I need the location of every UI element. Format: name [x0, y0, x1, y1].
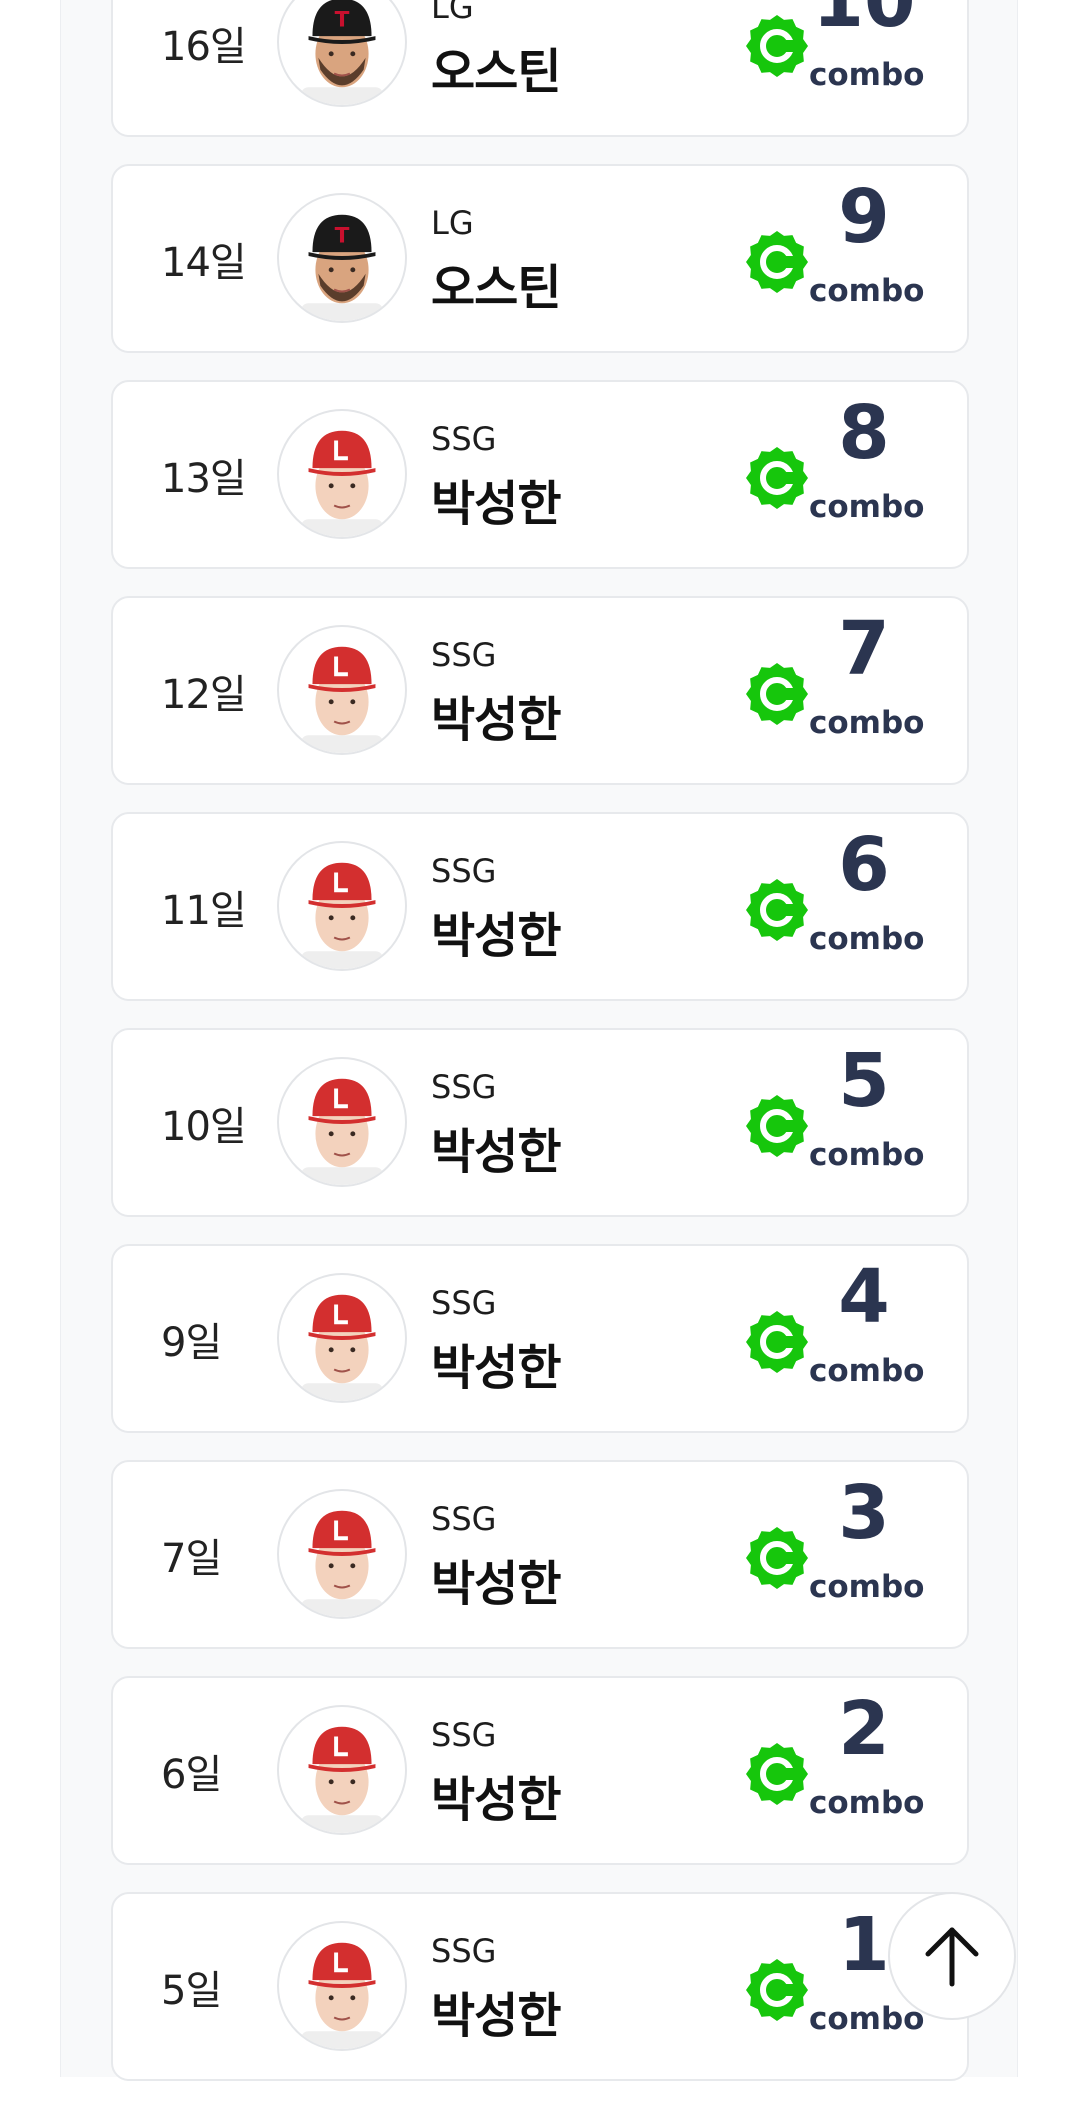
player-name: 박성한 — [431, 1988, 561, 2044]
combo-count: 8 — [838, 390, 890, 476]
combo-label: combo — [809, 1569, 925, 1605]
combo-row[interactable]: 10일 SSG 박성한 5 combo — [111, 1028, 969, 1217]
combo-count: 5 — [838, 1038, 890, 1124]
svg-text:T: T — [335, 7, 350, 32]
green-c-badge-icon — [746, 663, 808, 725]
combo-row[interactable]: 11일 SSG 박성한 6 combo — [111, 812, 969, 1001]
combo-row[interactable]: 7일 SSG 박성한 3 combo — [111, 1460, 969, 1649]
combo-label: combo — [809, 57, 925, 93]
player-avatar — [277, 1273, 407, 1403]
combo-count: 10 — [812, 0, 916, 44]
player-name: 박성한 — [431, 908, 561, 964]
scroll-to-top-button[interactable] — [888, 1892, 1016, 2020]
combo-count: 6 — [838, 822, 890, 908]
green-c-badge-icon — [746, 879, 808, 941]
combo-count: 4 — [838, 1254, 890, 1340]
combo-label: combo — [809, 921, 925, 957]
combo-label: combo — [809, 1137, 925, 1173]
green-c-badge-icon — [746, 447, 808, 509]
day-label: 7일 — [161, 1535, 222, 1582]
combo-count: 9 — [838, 174, 890, 260]
combo-row[interactable]: 9일 SSG 박성한 4 combo — [111, 1244, 969, 1433]
team-name: LG — [431, 0, 474, 26]
day-label: 9일 — [161, 1319, 222, 1366]
combo-row[interactable]: 13일 SSG 박성한 8 combo — [111, 380, 969, 569]
team-name: SSG — [431, 420, 497, 458]
green-c-badge-icon — [746, 231, 808, 293]
day-label: 12일 — [161, 671, 247, 718]
combo-label: combo — [809, 705, 925, 741]
green-c-badge-icon — [746, 1527, 808, 1589]
team-name: SSG — [431, 1068, 497, 1106]
player-name: 오스틴 — [431, 44, 561, 100]
green-c-badge-icon — [746, 1311, 808, 1373]
player-avatar: T — [277, 193, 407, 323]
team-name: SSG — [431, 1932, 497, 1970]
team-name: LG — [431, 204, 474, 242]
combo-label: combo — [809, 489, 925, 525]
combo-count: 7 — [838, 606, 890, 692]
combo-row[interactable]: 12일 SSG 박성한 7 combo — [111, 596, 969, 785]
player-name: 박성한 — [431, 1124, 561, 1180]
player-name: 박성한 — [431, 1772, 561, 1828]
day-label: 11일 — [161, 887, 247, 934]
player-avatar — [277, 1921, 407, 2051]
day-label: 10일 — [161, 1103, 247, 1150]
combo-count: 3 — [838, 1470, 890, 1556]
green-c-badge-icon — [746, 1959, 808, 2021]
team-name: SSG — [431, 1500, 497, 1538]
player-name: 박성한 — [431, 692, 561, 748]
combo-row[interactable]: 5일 SSG 박성한 1 combo — [111, 1892, 969, 2081]
player-avatar: T — [277, 0, 407, 107]
green-c-badge-icon — [746, 15, 808, 77]
day-label: 5일 — [161, 1967, 222, 2014]
player-name: 박성한 — [431, 476, 561, 532]
player-name: 오스틴 — [431, 260, 561, 316]
svg-text:T: T — [335, 223, 350, 248]
day-label: 13일 — [161, 455, 247, 502]
combo-row[interactable]: 14일 T LG 오스틴 9 combo — [111, 164, 969, 353]
day-label: 6일 — [161, 1751, 222, 1798]
day-label: 14일 — [161, 239, 247, 286]
combo-label: combo — [809, 2001, 925, 2037]
green-c-badge-icon — [746, 1743, 808, 1805]
green-c-badge-icon — [746, 1095, 808, 1157]
combo-list: 16일 T LG 오스틴 10 combo 14일 T LG 오스틴 9 com… — [111, 0, 969, 2108]
day-label: 16일 — [161, 23, 247, 70]
player-avatar — [277, 625, 407, 755]
combo-label: combo — [809, 1785, 925, 1821]
player-avatar — [277, 409, 407, 539]
arrow-up-icon — [925, 1927, 979, 1987]
team-name: SSG — [431, 636, 497, 674]
combo-label: combo — [809, 273, 925, 309]
combo-row[interactable]: 16일 T LG 오스틴 10 combo — [111, 0, 969, 137]
player-name: 박성한 — [431, 1340, 561, 1396]
player-avatar — [277, 1705, 407, 1835]
combo-label: combo — [809, 1353, 925, 1389]
team-name: SSG — [431, 1284, 497, 1322]
team-name: SSG — [431, 852, 497, 890]
team-name: SSG — [431, 1716, 497, 1754]
player-avatar — [277, 841, 407, 971]
combo-count: 2 — [838, 1686, 890, 1772]
player-avatar — [277, 1057, 407, 1187]
player-avatar — [277, 1489, 407, 1619]
player-name: 박성한 — [431, 1556, 561, 1612]
combo-row[interactable]: 6일 SSG 박성한 2 combo — [111, 1676, 969, 1865]
